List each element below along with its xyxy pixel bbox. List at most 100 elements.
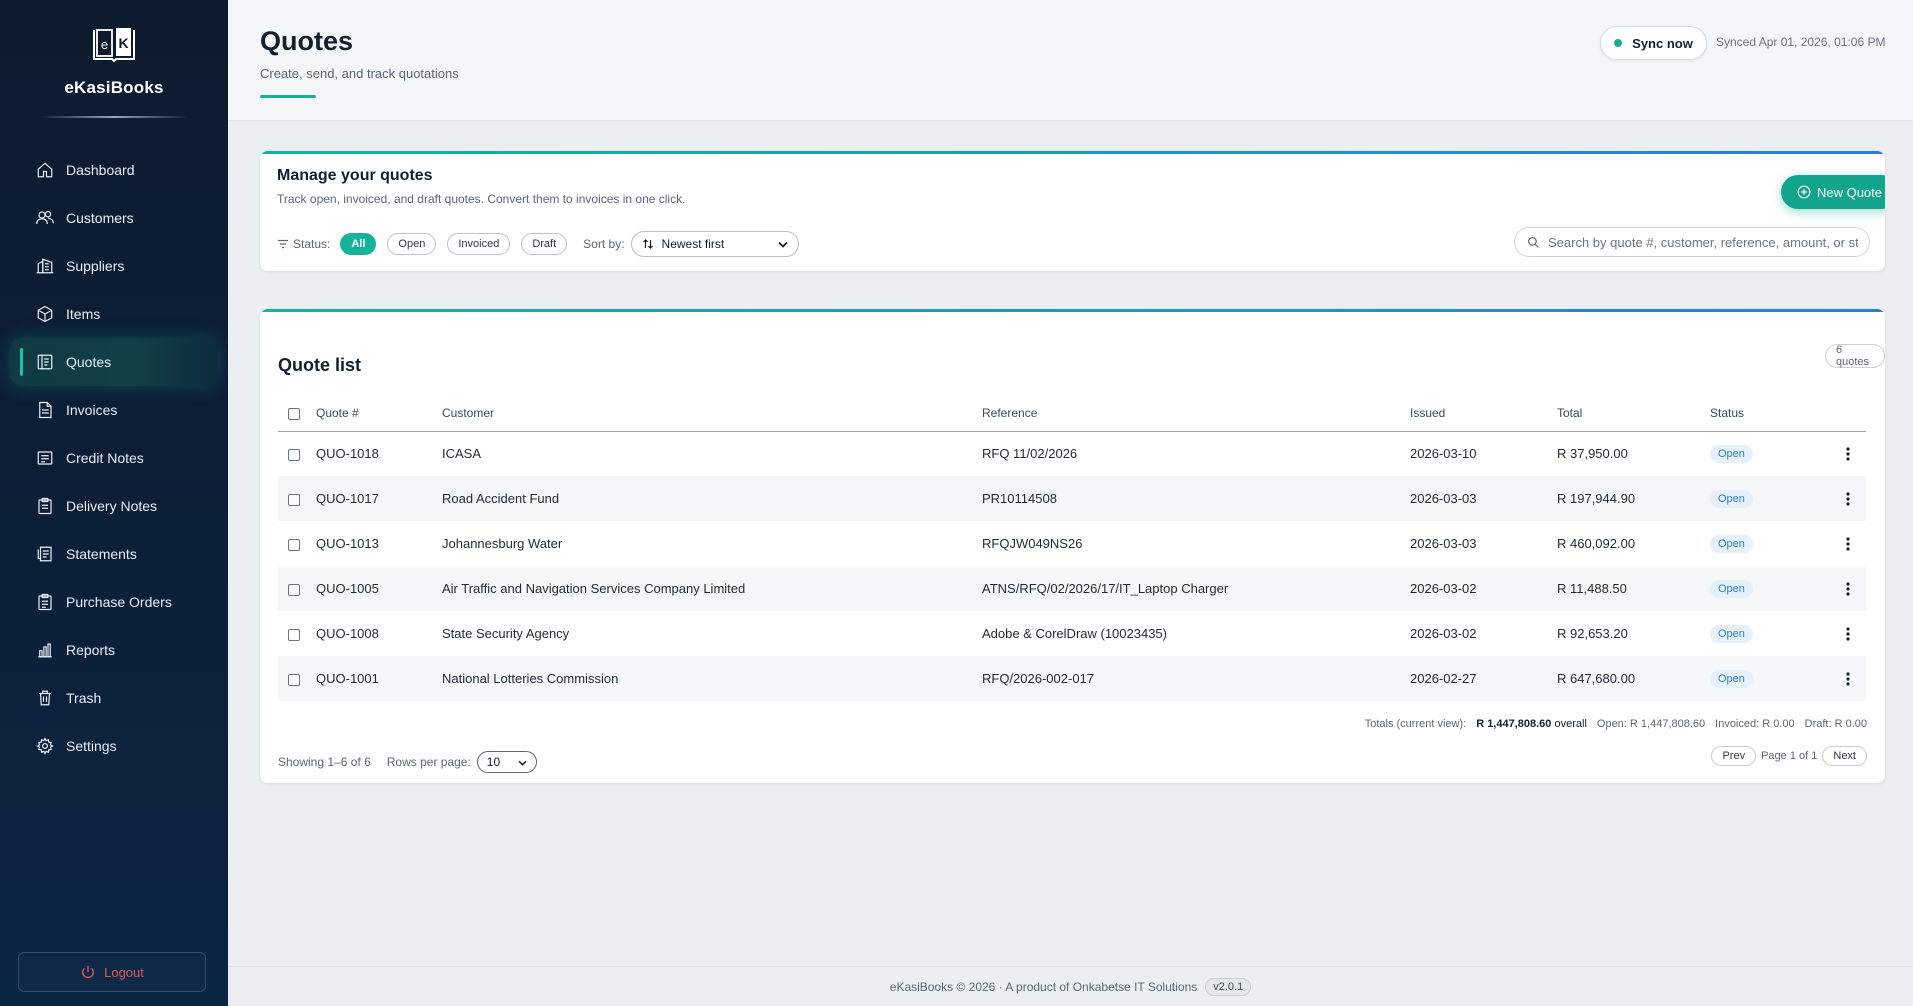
home-icon — [34, 159, 56, 181]
logout-button[interactable]: Logout — [18, 952, 206, 992]
sidebar-item-customers[interactable]: Customers — [0, 194, 228, 242]
table-row[interactable]: QUO-1018 ICASA RFQ 11/02/2026 2026-03-10… — [278, 431, 1866, 476]
sidebar-item-settings[interactable]: Settings — [0, 722, 228, 770]
table-row[interactable]: QUO-1013 Johannesburg Water RFQJW049NS26… — [278, 521, 1866, 566]
sidebar-item-label: Dashboard — [66, 162, 135, 178]
quote-number[interactable]: QUO-1018 — [316, 431, 442, 476]
invoice-icon — [34, 399, 56, 421]
brand-name: eKasiBooks — [64, 78, 164, 97]
users-icon — [34, 207, 56, 229]
sidebar-item-invoices[interactable]: Invoices — [0, 386, 228, 434]
title-underline — [260, 95, 316, 98]
sidebar-item-quotes[interactable]: Quotes — [10, 338, 218, 386]
issued-date: 2026-03-02 — [1410, 626, 1477, 641]
row-checkbox[interactable] — [288, 673, 300, 686]
sidebar-item-statements[interactable]: Statements — [0, 530, 228, 578]
sidebar-item-label: Settings — [66, 738, 117, 754]
row-checkbox[interactable] — [288, 493, 300, 506]
row-checkbox[interactable] — [288, 448, 300, 461]
column-header-status[interactable]: Status — [1710, 395, 1830, 432]
kebab-menu-icon[interactable] — [1830, 491, 1866, 506]
pagination-info: Showing 1–6 of 6 Rows per page: 10 — [278, 751, 537, 773]
table-row[interactable]: QUO-1001 National Lotteries Commission R… — [278, 656, 1866, 701]
kebab-menu-icon[interactable] — [1830, 581, 1866, 596]
sync-now-button[interactable]: Sync now — [1600, 26, 1707, 60]
kebab-menu-icon[interactable] — [1830, 536, 1866, 551]
card-accent-bar — [260, 309, 1885, 312]
table-row[interactable]: QUO-1005 Air Traffic and Navigation Serv… — [278, 566, 1866, 611]
sidebar-item-items[interactable]: Items — [0, 290, 228, 338]
version-badge: v2.0.1 — [1205, 977, 1252, 996]
select-all-cell — [278, 395, 316, 432]
status-chip-invoiced[interactable]: Invoiced — [447, 233, 511, 255]
quote-number[interactable]: QUO-1013 — [316, 521, 442, 566]
status-chip-all[interactable]: All — [340, 233, 377, 255]
sidebar-item-trash[interactable]: Trash — [0, 674, 228, 722]
table-row[interactable]: QUO-1017 Road Accident Fund PR10114508 2… — [278, 476, 1866, 521]
sidebar-item-purchase-orders[interactable]: Purchase Orders — [0, 578, 228, 626]
prev-page-button[interactable]: Prev — [1711, 746, 1757, 766]
manage-subtitle: Track open, invoiced, and draft quotes. … — [277, 192, 686, 206]
kebab-menu-icon[interactable] — [1830, 626, 1866, 641]
column-header-issued[interactable]: Issued — [1410, 395, 1557, 432]
power-icon — [80, 964, 96, 980]
total-amount: R 647,680.00 — [1557, 656, 1710, 701]
sort-select[interactable]: Newest first — [630, 231, 799, 257]
status-badge: Open — [1710, 489, 1753, 508]
manage-title: Manage your quotes — [277, 167, 433, 184]
quote-count-badge: 6 quotes — [1825, 344, 1885, 368]
search-input[interactable] — [1548, 234, 1858, 250]
table-row[interactable]: QUO-1008 State Security Agency Adobe & C… — [278, 611, 1866, 656]
logout-label: Logout — [104, 964, 144, 980]
sidebar-item-reports[interactable]: Reports — [0, 626, 228, 674]
issued-date: 2026-03-03 — [1410, 536, 1477, 551]
row-checkbox[interactable] — [288, 583, 300, 596]
quote-number[interactable]: QUO-1008 — [316, 611, 442, 656]
row-checkbox-cell — [278, 476, 316, 521]
sync-status-dot — [1614, 39, 1623, 47]
total-amount: R 37,950.00 — [1557, 446, 1628, 462]
reference: PR10114508 — [982, 476, 1410, 521]
quote-number[interactable]: QUO-1001 — [316, 656, 442, 701]
sidebar-item-credit-notes[interactable]: Credit Notes — [0, 434, 228, 482]
totals-overall: R 1,447,808.60 overall — [1476, 718, 1587, 730]
sidebar-item-label: Purchase Orders — [66, 594, 172, 610]
status-badge: Open — [1710, 444, 1753, 463]
totals-label: Totals (current view): — [1364, 718, 1467, 730]
sidebar-item-dashboard[interactable]: Dashboard — [0, 146, 228, 194]
kebab-menu-icon[interactable] — [1830, 447, 1866, 461]
sidebar-item-label: Statements — [66, 546, 137, 562]
rows-per-page-select[interactable]: 10 — [476, 751, 537, 773]
column-header-reference[interactable]: Reference — [982, 395, 1410, 432]
row-checkbox[interactable] — [288, 628, 300, 641]
quote-number[interactable]: QUO-1017 — [316, 476, 442, 521]
sort-label: Sort by: — [583, 237, 625, 251]
table-header-row: Quote # Customer Reference Issued Total … — [278, 395, 1866, 432]
reference: RFQ 11/02/2026 — [982, 446, 1078, 462]
row-checkbox[interactable] — [288, 538, 300, 551]
status-chip-open[interactable]: Open — [387, 233, 437, 255]
column-header-customer[interactable]: Customer — [442, 395, 982, 432]
card-accent-bar — [260, 151, 1885, 154]
kebab-menu-icon[interactable] — [1830, 671, 1866, 686]
status-chip-draft[interactable]: Draft — [521, 233, 568, 255]
customer-name: Johannesburg Water — [442, 536, 563, 551]
search-box — [1514, 227, 1870, 257]
document-icon — [34, 351, 56, 373]
row-checkbox-cell — [278, 611, 316, 656]
sidebar-item-label: Credit Notes — [66, 450, 144, 466]
sidebar-item-label: Reports — [66, 642, 116, 658]
sidebar-item-delivery-notes[interactable]: Delivery Notes — [0, 482, 228, 530]
select-all-checkbox[interactable] — [288, 407, 300, 420]
new-quote-button[interactable]: New Quote — [1781, 175, 1885, 209]
column-header-quote[interactable]: Quote # — [316, 395, 442, 432]
pagination-controls: Prev Page 1 of 1 Next — [1711, 746, 1867, 766]
issued-date: 2026-02-27 — [1410, 656, 1557, 701]
column-header-total[interactable]: Total — [1557, 395, 1710, 432]
next-page-button[interactable]: Next — [1822, 746, 1867, 766]
receipt-icon — [34, 447, 56, 469]
quote-number[interactable]: QUO-1005 — [316, 566, 442, 611]
status-cell: Open — [1710, 431, 1830, 476]
actions-cell — [1830, 566, 1866, 611]
sidebar-item-suppliers[interactable]: Suppliers — [0, 242, 228, 290]
